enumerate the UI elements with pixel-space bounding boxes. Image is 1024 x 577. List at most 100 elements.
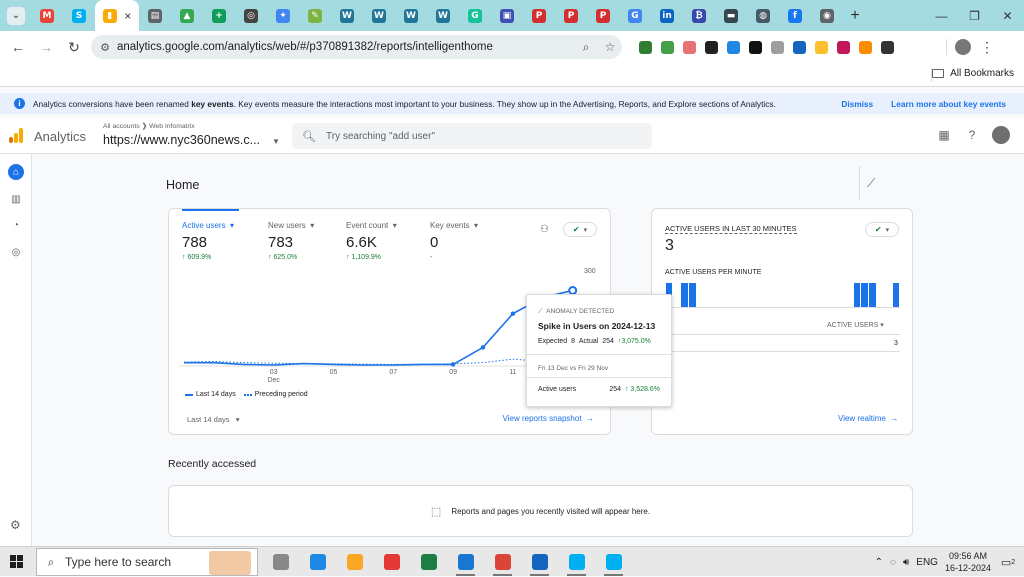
property-selector[interactable]: https://www.nyc360news.c...	[103, 133, 260, 147]
metric-label[interactable]: Active users ▾	[182, 221, 234, 230]
browser-tab[interactable]: in	[651, 0, 683, 31]
taskbar-app-icon[interactable]	[447, 547, 484, 577]
extension-icon[interactable]	[810, 31, 832, 63]
extension-icon[interactable]	[832, 31, 854, 63]
new-tab-button[interactable]: +	[843, 7, 867, 25]
active-users-column-header[interactable]: ACTIVE USERS ▾	[827, 321, 884, 329]
explore-icon[interactable]: ◔	[8, 217, 24, 233]
extension-icon[interactable]	[854, 31, 876, 63]
site-info-icon[interactable]: ⚙	[93, 41, 117, 54]
taskbar-app-icon[interactable]	[484, 547, 521, 577]
extension-icon[interactable]	[744, 31, 766, 63]
browser-tab[interactable]: ▬	[715, 0, 747, 31]
browser-tab[interactable]: ▣	[491, 0, 523, 31]
per-minute-bar-chart[interactable]	[665, 283, 900, 308]
insights-icon[interactable]: ⟋	[867, 176, 875, 191]
clock[interactable]: 09:56 AM 16-12-2024	[945, 550, 991, 574]
taskbar-app-icon[interactable]	[336, 547, 373, 577]
browser-tab[interactable]: ▤	[139, 0, 171, 31]
minute-bar[interactable]	[869, 283, 876, 307]
browser-tab[interactable]: W	[427, 0, 459, 31]
account-breadcrumb[interactable]: All accounts ❯ Web Infomatrix	[103, 122, 195, 130]
taskbar-search[interactable]: ⌕ Type here to search	[36, 548, 258, 576]
browser-tab[interactable]: G	[459, 0, 491, 31]
profile-avatar[interactable]	[955, 39, 971, 55]
notifications-icon[interactable]: ▭ 2	[998, 553, 1018, 571]
menu-icon[interactable]: ⋮	[975, 39, 999, 56]
extension-icon[interactable]	[788, 31, 810, 63]
help-icon[interactable]: ?	[964, 128, 980, 142]
browser-tab[interactable]: ▲	[171, 0, 203, 31]
taskbar-app-icon[interactable]	[595, 547, 632, 577]
taskbar-app-icon[interactable]	[299, 547, 336, 577]
browser-tab[interactable]: P	[555, 0, 587, 31]
minute-bar[interactable]	[853, 283, 861, 307]
metric-tab[interactable]: New users ▾ 783 ↑ 625.0%	[268, 221, 314, 261]
extension-icon[interactable]	[678, 31, 700, 63]
search-placeholder[interactable]: Try searching "add user"	[326, 131, 435, 142]
browser-tab[interactable]: G	[619, 0, 651, 31]
apps-grid-icon[interactable]: ▦	[936, 128, 952, 142]
browser-tab[interactable]: +	[203, 0, 235, 31]
browser-tab[interactable]: M	[31, 0, 63, 31]
date-range-dropdown[interactable]: Last 14 days ▾	[187, 415, 240, 424]
zoom-icon[interactable]: ⌕	[574, 40, 598, 55]
browser-tab[interactable]: W	[331, 0, 363, 31]
home-icon[interactable]: ⌂	[8, 164, 24, 180]
analytics-search[interactable]: 🔍︎ Try searching "add user"	[292, 123, 652, 149]
browser-tab[interactable]: ₿	[683, 0, 715, 31]
extension-icon[interactable]	[634, 31, 656, 63]
minute-bar[interactable]	[689, 283, 696, 307]
forward-icon[interactable]: →	[32, 39, 60, 55]
extension-icon[interactable]	[722, 31, 744, 63]
browser-tab[interactable]: ◍	[747, 0, 779, 31]
learn-more-link[interactable]: Learn more about key events	[891, 99, 1006, 109]
close-window-icon[interactable]: ✕	[991, 9, 1024, 23]
taskbar-app-icon[interactable]	[410, 547, 447, 577]
show-hidden-icons[interactable]: ⌃	[875, 557, 883, 568]
reload-icon[interactable]: ↻	[60, 39, 88, 56]
taskbar-app-icon[interactable]	[262, 547, 299, 577]
minute-bar[interactable]	[681, 283, 688, 307]
browser-tab[interactable]: P	[523, 0, 555, 31]
bookmark-star-icon[interactable]: ☆	[598, 40, 622, 54]
taskbar-app-icon[interactable]	[558, 547, 595, 577]
minimize-icon[interactable]: —	[925, 9, 958, 23]
metric-label[interactable]: New users ▾	[268, 221, 314, 230]
browser-tab[interactable]: ✦	[267, 0, 299, 31]
compare-icon[interactable]: ⚇	[540, 224, 549, 235]
metric-tab[interactable]: Event count ▾ 6.6K ↑ 1,109.9%	[346, 221, 397, 261]
restore-icon[interactable]: ❐	[958, 9, 991, 23]
browser-tab[interactable]: W	[363, 0, 395, 31]
volume-icon[interactable]: 🔊︎	[903, 557, 909, 568]
minute-bar[interactable]	[861, 283, 869, 307]
metric-label[interactable]: Key events ▾	[430, 221, 478, 230]
view-realtime-link[interactable]: View realtime →	[838, 414, 898, 423]
metric-tab[interactable]: Key events ▾ 0 -	[430, 221, 478, 261]
address-bar[interactable]: ⚙ analytics.google.com/analytics/web/#/p…	[91, 35, 622, 59]
data-quality-dropdown[interactable]: ✔ ▾	[563, 222, 597, 237]
property-dropdown-icon[interactable]: ▼	[272, 137, 280, 146]
browser-tab[interactable]: ✎	[299, 0, 331, 31]
tab-search-icon[interactable]: ⌄	[7, 6, 25, 25]
browser-tab[interactable]: P	[587, 0, 619, 31]
language-indicator[interactable]: ENG	[916, 557, 938, 568]
data-point[interactable]	[450, 362, 456, 367]
taskbar-search-placeholder[interactable]: Type here to search	[65, 555, 171, 569]
account-avatar[interactable]	[992, 126, 1010, 144]
windows-start-icon[interactable]	[10, 555, 23, 568]
close-tab-icon[interactable]: ×	[124, 9, 131, 23]
advertising-icon[interactable]: ◎	[8, 244, 24, 260]
realtime-quality-dropdown[interactable]: ✔ ▾	[865, 222, 899, 237]
metric-label[interactable]: Event count ▾	[346, 221, 397, 230]
browser-tab[interactable]: f	[779, 0, 811, 31]
url-text[interactable]: analytics.google.com/analytics/web/#/p37…	[117, 41, 574, 53]
taskbar-app-icon[interactable]	[373, 547, 410, 577]
extension-icon[interactable]	[876, 31, 898, 63]
browser-tab[interactable]: W	[395, 0, 427, 31]
back-icon[interactable]: ←	[4, 39, 32, 55]
extension-icon[interactable]	[766, 31, 788, 63]
extension-icon[interactable]	[656, 31, 678, 63]
minute-bar[interactable]	[892, 283, 900, 307]
view-reports-snapshot-link[interactable]: View reports snapshot →	[503, 414, 594, 423]
